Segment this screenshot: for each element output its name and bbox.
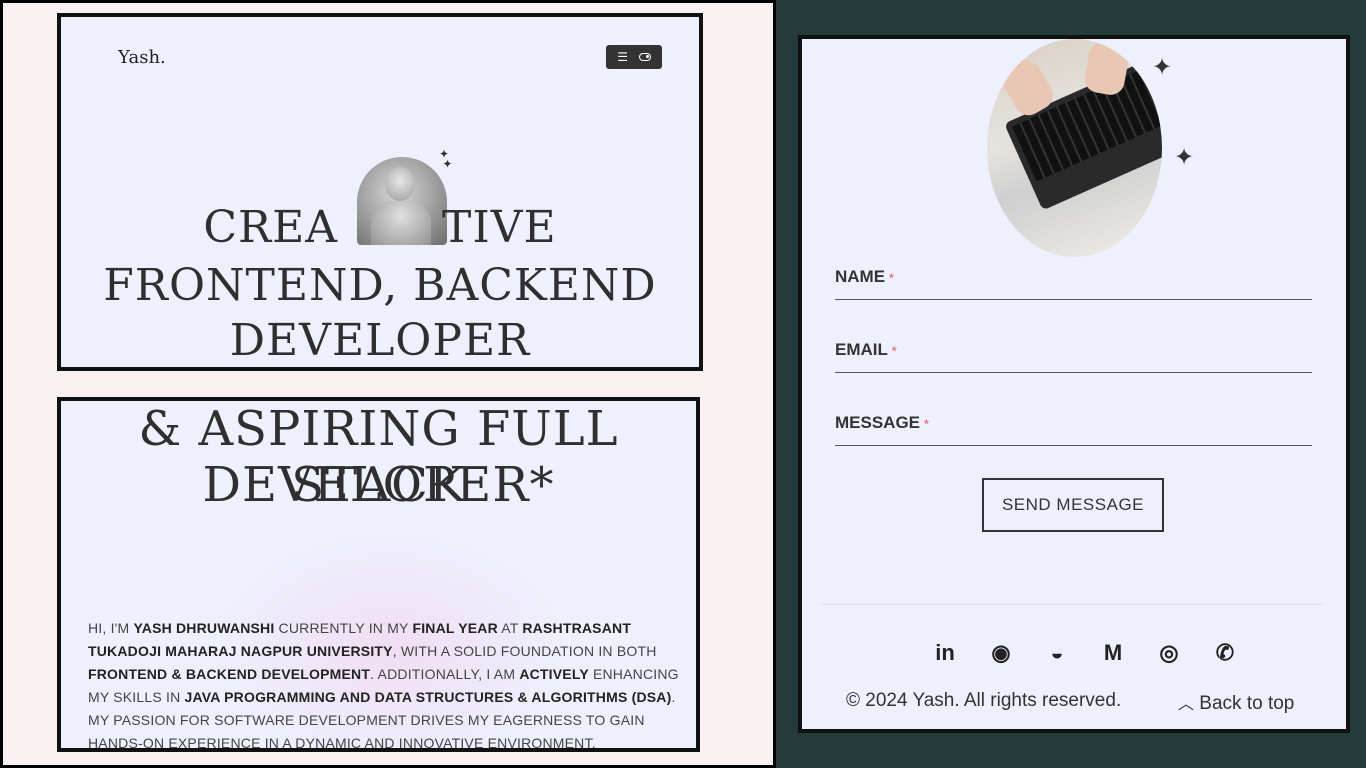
whatsapp-icon[interactable]: ✆	[1197, 640, 1253, 666]
nav-toolbar: ☰	[606, 45, 662, 69]
bio-highlight: Yash Dhruwanshi	[133, 620, 275, 636]
social-links: in ◉ ◒ M ◎ ✆	[917, 640, 1253, 666]
bio-text: . Additionally, I am	[370, 666, 520, 682]
name-input[interactable]	[835, 277, 1312, 297]
linkedin-icon[interactable]: in	[917, 640, 973, 666]
hero-word-crea: CREA	[203, 202, 339, 253]
bio-text: currently in my	[274, 620, 413, 636]
about-card: & ASPIRING FULL STACK DEVELOPER* Hi, I'm…	[57, 397, 700, 752]
bio-highlight: final year	[412, 620, 498, 636]
chevron-up-icon: ︿	[1178, 696, 1195, 713]
bio-highlight: actively	[519, 666, 589, 682]
email-input[interactable]	[835, 350, 1312, 370]
sparkle-icon: ✦	[1152, 54, 1173, 81]
bio-highlight: Java Programming and Data Structures & A…	[184, 689, 672, 705]
hero-line-1: CREA TIVE	[61, 202, 699, 253]
sparkle-icon: ✦	[1174, 144, 1195, 171]
bio-text: Hi, I'm	[88, 620, 134, 636]
hero-line-3: DEVELOPER	[229, 315, 531, 366]
github-icon[interactable]: ◉	[973, 640, 1029, 666]
sparkle-icon: ✦ ✦	[439, 147, 453, 171]
laptop-image	[987, 39, 1162, 257]
hero-line-2: FRONTEND, BACKEND	[103, 260, 657, 311]
message-input[interactable]	[835, 423, 1312, 443]
hero-line-5: DEVELOPER*	[202, 457, 555, 513]
site-logo[interactable]: Yash.	[118, 47, 166, 68]
footer-divider	[822, 604, 1322, 605]
bio-highlight: Frontend & Backend Development	[88, 666, 371, 682]
bio-paragraph: Hi, I'm Yash Dhruwanshi currently in my …	[88, 617, 688, 748]
contact-card: ✦ ✦ NAME * EMAIL * MESSAGE * SEND MESSAGE i…	[798, 35, 1350, 733]
hero-card-top: Yash. ☰ ✦ ✦ CREA TIVE FRONTEND, BACKEND D…	[57, 13, 703, 371]
hero-word-tive: TIVE	[442, 202, 557, 253]
message-field: MESSAGE *	[835, 409, 1312, 446]
email-field: EMAIL *	[835, 336, 1312, 373]
name-field: NAME *	[835, 263, 1312, 300]
back-to-top-link[interactable]: ︿ Back to top	[1178, 690, 1294, 715]
menu-icon[interactable]: ☰	[617, 51, 628, 63]
gmail-icon[interactable]: M	[1085, 640, 1141, 666]
back-to-top-label: Back to top	[1199, 693, 1295, 714]
theme-toggle-icon[interactable]	[638, 53, 651, 61]
copyright-text: © 2024 Yash. All rights reserved.	[846, 690, 1122, 711]
bio-text: , with a solid foundation in both	[392, 643, 657, 659]
instagram-icon[interactable]: ◎	[1141, 640, 1197, 666]
codechef-icon[interactable]: ◒	[1029, 640, 1085, 666]
send-message-button[interactable]: SEND MESSAGE	[982, 478, 1164, 532]
bio-text: at	[497, 620, 523, 636]
